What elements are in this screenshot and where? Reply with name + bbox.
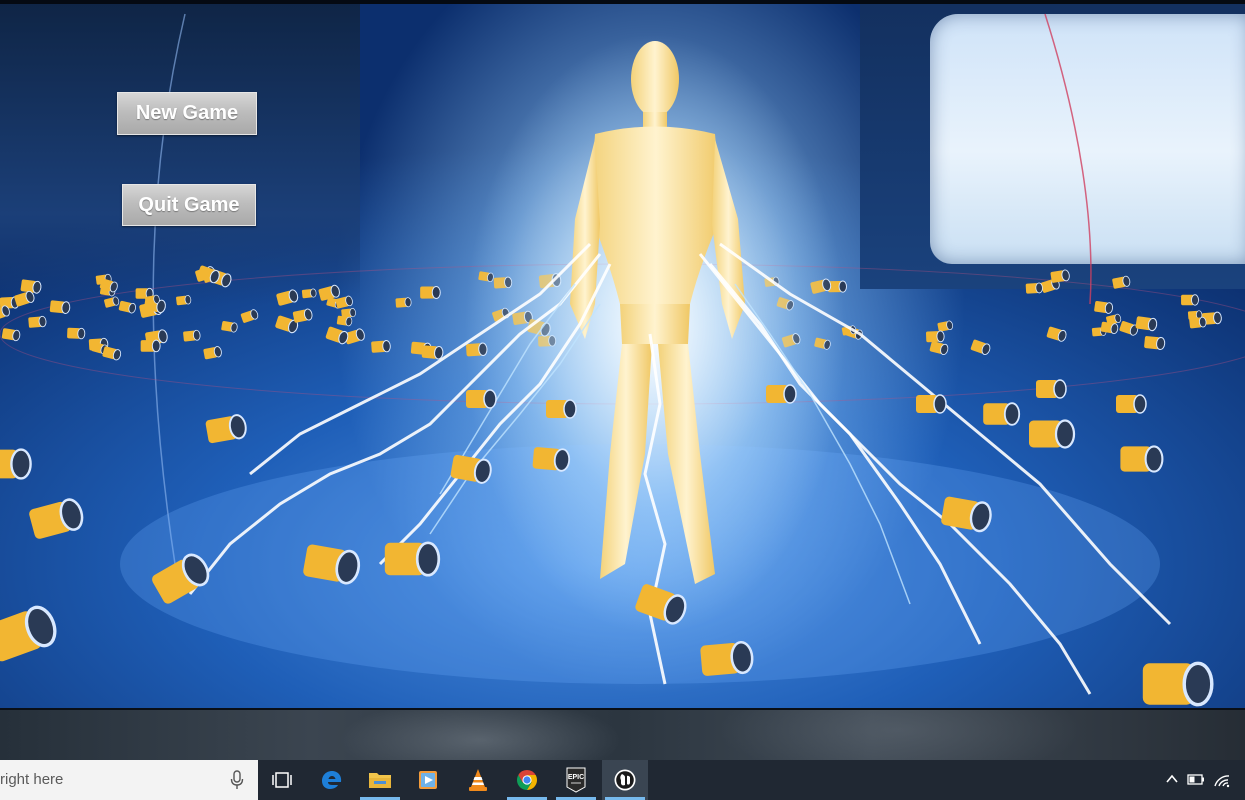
taskbar-search-box[interactable]: right here bbox=[0, 760, 258, 800]
capsule bbox=[1094, 300, 1114, 314]
quit-game-button[interactable]: Quit Game bbox=[122, 184, 256, 226]
capsule bbox=[395, 297, 412, 308]
capsule bbox=[336, 315, 353, 327]
capsule bbox=[970, 339, 991, 356]
file-explorer-icon[interactable] bbox=[357, 760, 403, 800]
capsule bbox=[102, 346, 122, 361]
capsule bbox=[466, 389, 497, 409]
capsule bbox=[1050, 269, 1070, 283]
capsule bbox=[118, 300, 136, 314]
epic-games-icon[interactable]: EPIC bbox=[553, 760, 599, 800]
capsule bbox=[301, 288, 317, 299]
capsule bbox=[221, 321, 238, 333]
capsule bbox=[176, 295, 192, 306]
capsule bbox=[1112, 275, 1131, 289]
capsule bbox=[532, 447, 571, 472]
media-player-icon[interactable] bbox=[405, 760, 451, 800]
capsule bbox=[1116, 394, 1147, 414]
wifi-icon[interactable] bbox=[1213, 772, 1231, 788]
capsule bbox=[140, 339, 161, 353]
capsule bbox=[104, 296, 120, 308]
game-viewport[interactable]: New Game Quit Game bbox=[0, 0, 1245, 712]
capsule bbox=[420, 285, 441, 300]
chevron-up-icon[interactable] bbox=[1165, 772, 1179, 786]
search-placeholder: right here bbox=[0, 771, 64, 788]
capsule bbox=[14, 290, 35, 307]
chrome-icon[interactable] bbox=[504, 760, 550, 800]
capsule bbox=[925, 330, 945, 343]
desktop-wallpaper bbox=[0, 708, 1245, 762]
capsule bbox=[1029, 419, 1076, 449]
new-game-button[interactable]: New Game bbox=[117, 92, 257, 135]
capsule bbox=[205, 414, 247, 444]
capsule bbox=[0, 605, 57, 662]
capsule bbox=[421, 345, 444, 360]
taskbar: right here EPIC bbox=[0, 760, 1245, 800]
capsule bbox=[1025, 282, 1043, 294]
capsule bbox=[1036, 379, 1067, 399]
capsule bbox=[276, 289, 299, 306]
vlc-icon[interactable] bbox=[455, 760, 501, 800]
unreal-engine-icon[interactable] bbox=[602, 760, 648, 800]
capsule bbox=[1189, 316, 1207, 329]
capsule bbox=[937, 320, 954, 332]
capsule bbox=[203, 346, 222, 360]
capsule bbox=[700, 640, 754, 676]
capsule bbox=[335, 295, 353, 309]
capsule bbox=[1144, 336, 1166, 351]
system-tray bbox=[1165, 760, 1245, 800]
capsule bbox=[1135, 316, 1158, 332]
capsule bbox=[929, 341, 949, 356]
capsule bbox=[1181, 294, 1199, 306]
capsule bbox=[29, 498, 84, 539]
capsule bbox=[67, 327, 86, 340]
capsule bbox=[916, 394, 947, 414]
capsule bbox=[1046, 326, 1067, 342]
capsule bbox=[371, 340, 391, 353]
capsule bbox=[240, 309, 259, 323]
capsule bbox=[183, 329, 201, 342]
microphone-icon[interactable] bbox=[229, 770, 245, 790]
capsule bbox=[766, 384, 797, 404]
edge-icon[interactable] bbox=[309, 760, 355, 800]
capsule bbox=[1119, 321, 1139, 336]
capsule bbox=[28, 315, 47, 328]
epic-games-label: EPIC bbox=[568, 774, 584, 781]
capsule bbox=[0, 448, 32, 480]
capsule bbox=[1142, 661, 1214, 707]
capsule bbox=[1, 328, 21, 342]
capsule bbox=[292, 308, 313, 323]
capsule bbox=[1120, 445, 1164, 473]
battery-icon[interactable] bbox=[1187, 772, 1205, 786]
task-view-icon[interactable] bbox=[259, 760, 305, 800]
capsule bbox=[983, 402, 1021, 426]
capsule bbox=[49, 300, 71, 315]
capsule bbox=[384, 541, 441, 577]
capsule bbox=[325, 326, 349, 345]
capsule bbox=[546, 399, 577, 419]
